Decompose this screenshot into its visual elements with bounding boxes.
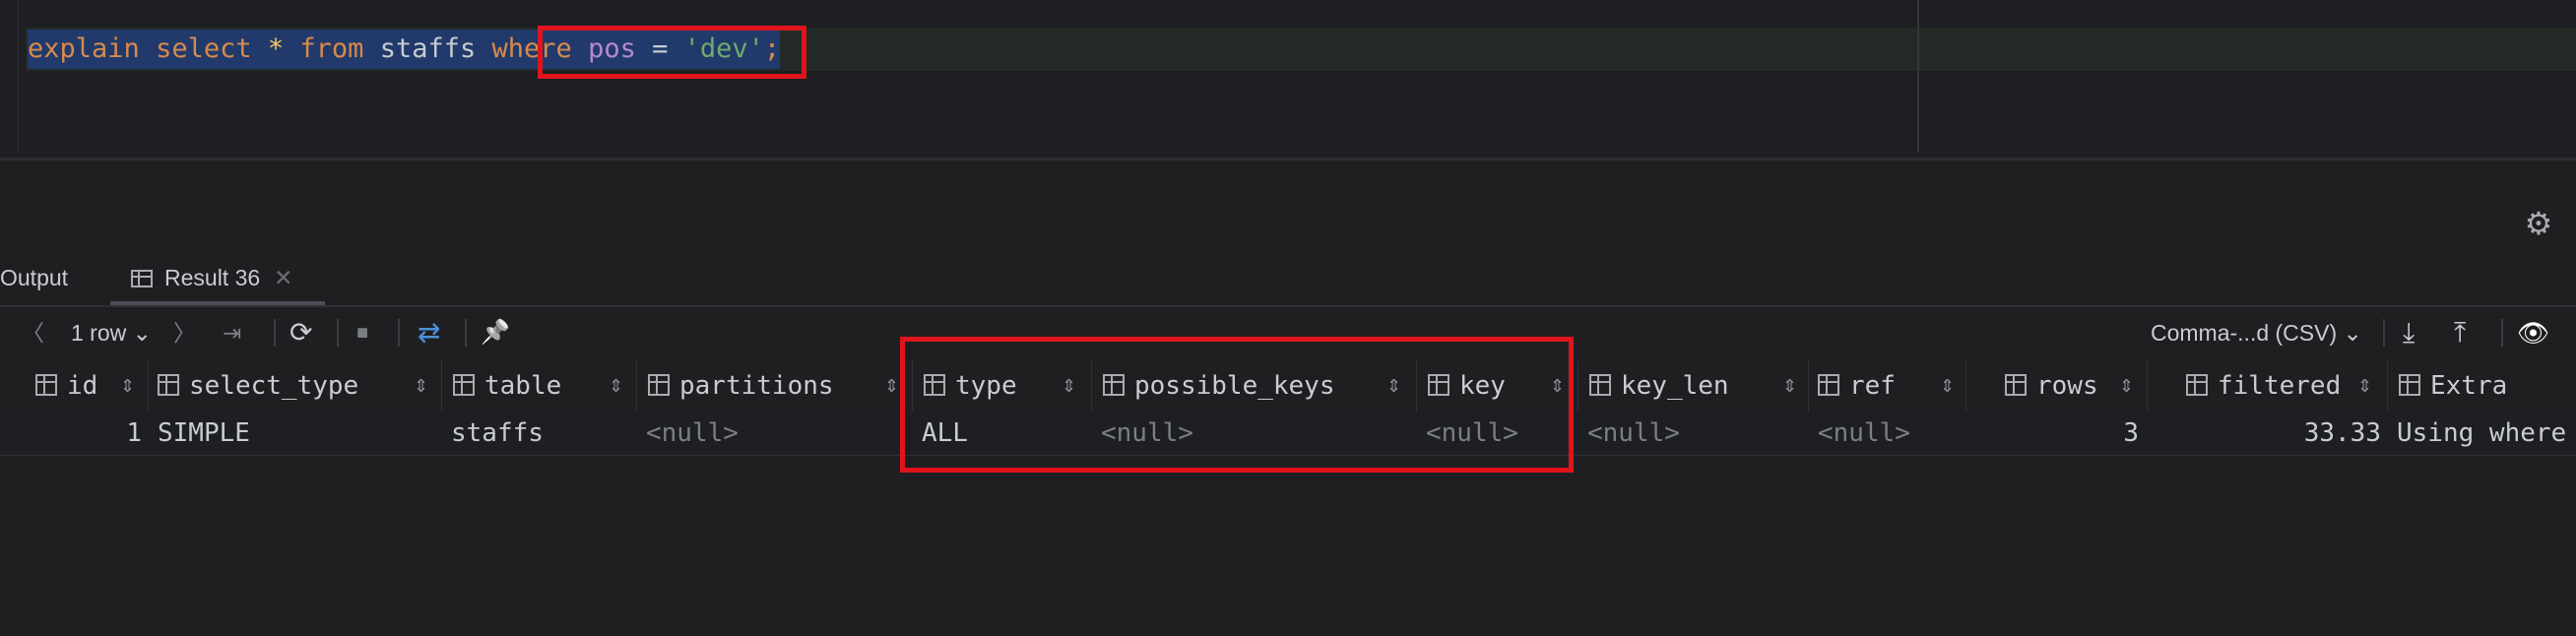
sort-icon[interactable]: ⇕ bbox=[414, 360, 428, 412]
column-icon bbox=[1818, 374, 1839, 396]
results-tabs: Output Result 36 ✕ bbox=[0, 251, 2576, 307]
toolbar-divider bbox=[2383, 319, 2385, 347]
gear-icon[interactable]: ⚙ bbox=[2521, 206, 2556, 241]
download-icon[interactable]: ⤓ bbox=[2403, 307, 2415, 358]
chevron-down-icon: ⌄ bbox=[132, 320, 152, 346]
upload-icon[interactable]: ⤒ bbox=[2454, 307, 2466, 358]
column-label: filtered bbox=[2218, 371, 2342, 401]
column-header-extra[interactable]: Extra bbox=[2399, 360, 2507, 412]
column-label: key_len bbox=[1621, 371, 1729, 401]
previous-page-icon[interactable]: 〈 bbox=[22, 307, 44, 358]
sort-icon[interactable]: ⇕ bbox=[1782, 360, 1797, 412]
column-icon bbox=[2186, 374, 2208, 396]
cell-select-type[interactable]: SIMPLE bbox=[158, 412, 250, 455]
panel-divider[interactable] bbox=[0, 158, 2576, 160]
tab-output[interactable]: Output bbox=[0, 251, 68, 305]
toolbar-divider bbox=[465, 319, 467, 347]
row-count-label: 1 row bbox=[71, 320, 127, 346]
tab-result[interactable]: Result 36 ✕ bbox=[131, 251, 292, 305]
sort-icon[interactable]: ⇕ bbox=[1940, 360, 1955, 412]
column-icon bbox=[158, 374, 179, 396]
column-label: select_type bbox=[189, 371, 359, 401]
sql-token: * bbox=[267, 33, 285, 64]
sort-icon[interactable]: ⇕ bbox=[2119, 360, 2134, 412]
sort-icon[interactable]: ⇕ bbox=[609, 360, 623, 412]
export-format-label: Comma-...d (CSV) bbox=[2151, 320, 2338, 346]
column-header-ref[interactable]: ref bbox=[1818, 360, 1896, 412]
sql-token: from bbox=[299, 33, 364, 64]
cell-extra[interactable]: Using where bbox=[2397, 412, 2566, 455]
cell-filtered[interactable]: 33.33 bbox=[2153, 412, 2381, 455]
eye-icon[interactable]: 👁 bbox=[2517, 307, 2549, 358]
pin-icon[interactable]: 📌 bbox=[481, 307, 510, 358]
toolbar-divider bbox=[2501, 319, 2503, 347]
toolbar-divider bbox=[398, 319, 400, 347]
cell-rows[interactable]: 3 bbox=[1969, 412, 2139, 455]
table-icon bbox=[131, 270, 153, 287]
cell-ref[interactable]: <null> bbox=[1818, 412, 1910, 455]
row-count-selector[interactable]: 1 row ⌄ bbox=[71, 307, 152, 358]
stop-icon[interactable]: ■ bbox=[356, 307, 368, 358]
editor-splitter[interactable] bbox=[1917, 0, 1919, 153]
sql-token: explain bbox=[28, 33, 140, 64]
column-header-filtered[interactable]: filtered bbox=[2186, 360, 2341, 412]
output-tab-label: Output bbox=[0, 265, 69, 290]
column-icon bbox=[2005, 374, 2027, 396]
sql-editor[interactable]: explain select * from staffs where pos =… bbox=[0, 0, 2576, 153]
sql-token: select bbox=[156, 33, 252, 64]
editor-gutter bbox=[18, 0, 19, 153]
column-icon bbox=[35, 374, 57, 396]
column-icon bbox=[2399, 374, 2420, 396]
sort-icon[interactable]: ⇕ bbox=[2357, 360, 2372, 412]
columns-highlight-box bbox=[900, 337, 1574, 473]
cell-key-len[interactable]: <null> bbox=[1587, 412, 1680, 455]
sql-token: staffs bbox=[379, 33, 477, 64]
column-label: rows bbox=[2036, 371, 2098, 401]
close-icon[interactable]: ✕ bbox=[274, 265, 292, 290]
column-label: Extra bbox=[2430, 371, 2508, 401]
active-tab-indicator bbox=[110, 301, 325, 305]
column-header-id[interactable]: id bbox=[35, 360, 97, 412]
export-format-selector[interactable]: Comma-...d (CSV) ⌄ bbox=[2151, 307, 2362, 358]
next-page-icon[interactable]: 〉 bbox=[173, 307, 196, 358]
toolbar-divider bbox=[337, 319, 339, 347]
column-header-key-len[interactable]: key_len bbox=[1589, 360, 1729, 412]
column-header-rows[interactable]: rows bbox=[2005, 360, 2098, 412]
cell-id[interactable]: 1 bbox=[35, 412, 142, 455]
sort-icon[interactable]: ⇕ bbox=[120, 360, 135, 412]
column-header-select-type[interactable]: select_type bbox=[158, 360, 358, 412]
query-highlight-box bbox=[538, 26, 806, 79]
column-label: id bbox=[67, 371, 98, 401]
column-icon bbox=[648, 374, 670, 396]
sort-icon[interactable]: ⇕ bbox=[884, 360, 899, 412]
column-label: ref bbox=[1849, 371, 1896, 401]
column-label: partitions bbox=[679, 371, 834, 401]
column-icon bbox=[453, 374, 475, 396]
column-header-partitions[interactable]: partitions bbox=[648, 360, 834, 412]
column-label: table bbox=[484, 371, 562, 401]
cell-partitions[interactable]: <null> bbox=[646, 412, 739, 455]
chevron-down-icon: ⌄ bbox=[2343, 320, 2362, 346]
toolbar-divider bbox=[274, 319, 276, 347]
column-icon bbox=[1589, 374, 1611, 396]
compare-icon[interactable]: ⇄ bbox=[418, 307, 440, 358]
last-page-icon[interactable]: ⇥ bbox=[223, 307, 241, 358]
cell-table[interactable]: staffs bbox=[451, 412, 544, 455]
result-tab-label: Result 36 bbox=[164, 265, 261, 290]
refresh-icon[interactable]: ⟳ bbox=[290, 307, 312, 358]
column-header-table[interactable]: table bbox=[453, 360, 561, 412]
